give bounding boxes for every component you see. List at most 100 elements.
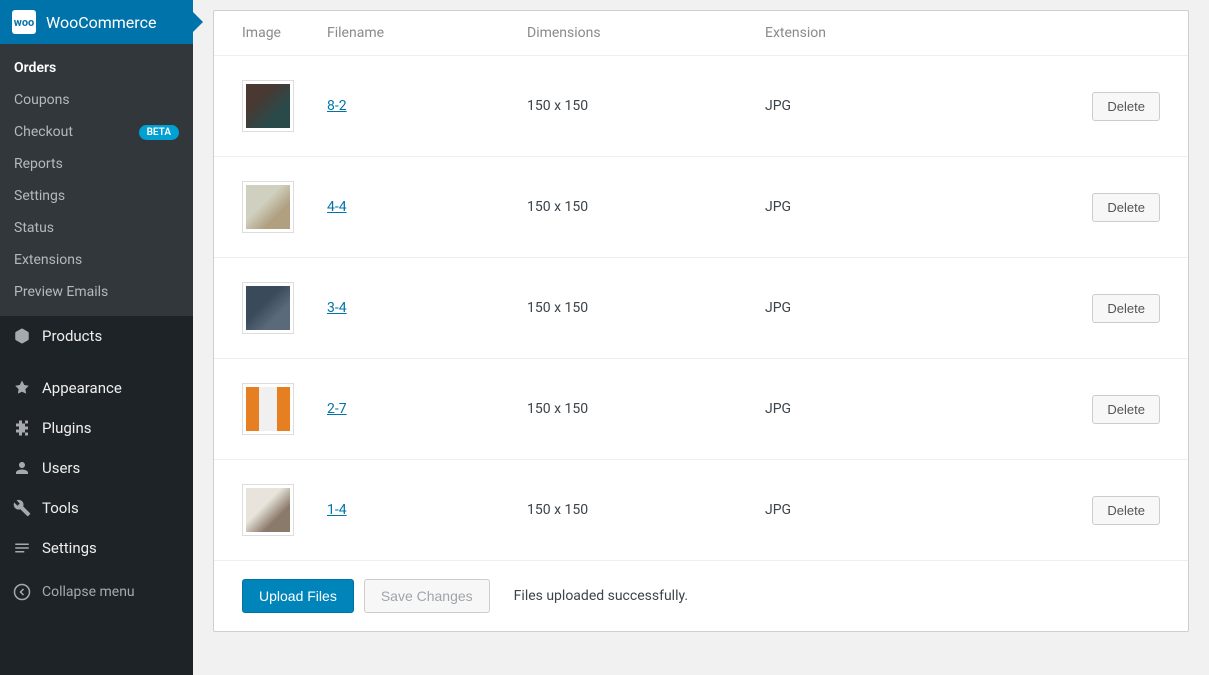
header-action [1070,25,1160,41]
main-content: Image Filename Dimensions Extension 8-2 … [193,0,1209,675]
submenu-item-label: Extensions [14,252,82,268]
files-table: Image Filename Dimensions Extension 8-2 … [213,10,1189,632]
admin-sidebar: woo WooCommerce Orders Coupons Checkout … [0,0,193,675]
cell-filename: 2-7 [327,401,527,417]
collapse-menu[interactable]: Collapse menu [0,572,193,612]
products-icon [12,326,32,346]
menu-item-label: Appearance [42,379,122,397]
table-row: 8-2 150 x 150 JPG Delete [214,55,1188,156]
filename-link[interactable]: 4-4 [327,199,347,215]
cell-filename: 8-2 [327,98,527,114]
thumbnail[interactable] [242,80,294,132]
submenu-item-label: Status [14,220,54,236]
submenu-preview-emails[interactable]: Preview Emails [0,276,193,308]
submenu-reports[interactable]: Reports [0,148,193,180]
table-row: 4-4 150 x 150 JPG Delete [214,156,1188,257]
table-row: 1-4 150 x 150 JPG Delete [214,459,1188,560]
cell-dimensions: 150 x 150 [527,502,765,518]
thumbnail[interactable] [242,181,294,233]
header-image: Image [242,25,327,41]
table-row: 2-7 150 x 150 JPG Delete [214,358,1188,459]
upload-files-button[interactable]: Upload Files [242,579,354,613]
submenu-extensions[interactable]: Extensions [0,244,193,276]
delete-button[interactable]: Delete [1092,294,1160,323]
cell-filename: 1-4 [327,502,527,518]
submenu-item-label: Preview Emails [14,284,108,300]
plugins-icon [12,418,32,438]
cell-action: Delete [1070,294,1160,323]
submenu-status[interactable]: Status [0,212,193,244]
menu-settings[interactable]: Settings [0,528,193,568]
cell-dimensions: 150 x 150 [527,199,765,215]
submenu-coupons[interactable]: Coupons [0,84,193,116]
header-dimensions: Dimensions [527,25,765,41]
delete-button[interactable]: Delete [1092,496,1160,525]
cell-dimensions: 150 x 150 [527,401,765,417]
cell-extension: JPG [765,401,1070,417]
cell-extension: JPG [765,502,1070,518]
submenu-item-label: Settings [14,188,65,204]
collapse-label: Collapse menu [42,584,135,600]
settings-icon [12,538,32,558]
cell-dimensions: 150 x 150 [527,98,765,114]
delete-button[interactable]: Delete [1092,395,1160,424]
table-header: Image Filename Dimensions Extension [214,11,1188,55]
cell-dimensions: 150 x 150 [527,300,765,316]
sidebar-header-title: WooCommerce [46,13,156,32]
cell-action: Delete [1070,395,1160,424]
submenu-item-label: Coupons [14,92,70,108]
thumbnail[interactable] [242,484,294,536]
submenu-item-label: Checkout [14,124,73,140]
users-icon [12,458,32,478]
menu-users[interactable]: Users [0,448,193,488]
submenu-checkout[interactable]: Checkout BETA [0,116,193,148]
cell-filename: 4-4 [327,199,527,215]
footer-actions: Upload Files Save Changes Files uploaded… [214,560,1188,631]
cell-action: Delete [1070,193,1160,222]
header-extension: Extension [765,25,1070,41]
cell-image [242,80,327,132]
sidebar-header-woocommerce[interactable]: woo WooCommerce [0,0,193,44]
woocommerce-submenu: Orders Coupons Checkout BETA Reports Set… [0,44,193,316]
tools-icon [12,498,32,518]
cell-image [242,484,327,536]
cell-extension: JPG [765,300,1070,316]
table-row: 3-4 150 x 150 JPG Delete [214,257,1188,358]
appearance-icon [12,378,32,398]
menu-item-label: Users [42,459,80,477]
cell-extension: JPG [765,98,1070,114]
submenu-settings[interactable]: Settings [0,180,193,212]
menu-item-label: Settings [42,539,97,557]
collapse-icon [12,582,32,602]
menu-tools[interactable]: Tools [0,488,193,528]
cell-action: Delete [1070,496,1160,525]
thumbnail[interactable] [242,383,294,435]
woocommerce-icon: woo [12,10,36,34]
header-filename: Filename [327,25,527,41]
cell-extension: JPG [765,199,1070,215]
thumbnail[interactable] [242,282,294,334]
delete-button[interactable]: Delete [1092,193,1160,222]
menu-item-label: Plugins [42,419,91,437]
filename-link[interactable]: 8-2 [327,98,347,114]
delete-button[interactable]: Delete [1092,92,1160,121]
save-changes-button[interactable]: Save Changes [364,579,490,613]
menu-plugins[interactable]: Plugins [0,408,193,448]
cell-action: Delete [1070,92,1160,121]
cell-image [242,383,327,435]
menu-item-label: Tools [42,499,79,517]
filename-link[interactable]: 3-4 [327,300,347,316]
filename-link[interactable]: 1-4 [327,502,347,518]
beta-badge: BETA [139,125,179,140]
menu-appearance[interactable]: Appearance [0,368,193,408]
cell-image [242,282,327,334]
cell-image [242,181,327,233]
menu-item-label: Products [42,327,102,345]
submenu-orders[interactable]: Orders [0,52,193,84]
cell-filename: 3-4 [327,300,527,316]
submenu-item-label: Orders [14,60,56,76]
submenu-item-label: Reports [14,156,63,172]
filename-link[interactable]: 2-7 [327,401,347,417]
status-message: Files uploaded successfully. [514,588,688,604]
menu-products[interactable]: Products [0,316,193,356]
